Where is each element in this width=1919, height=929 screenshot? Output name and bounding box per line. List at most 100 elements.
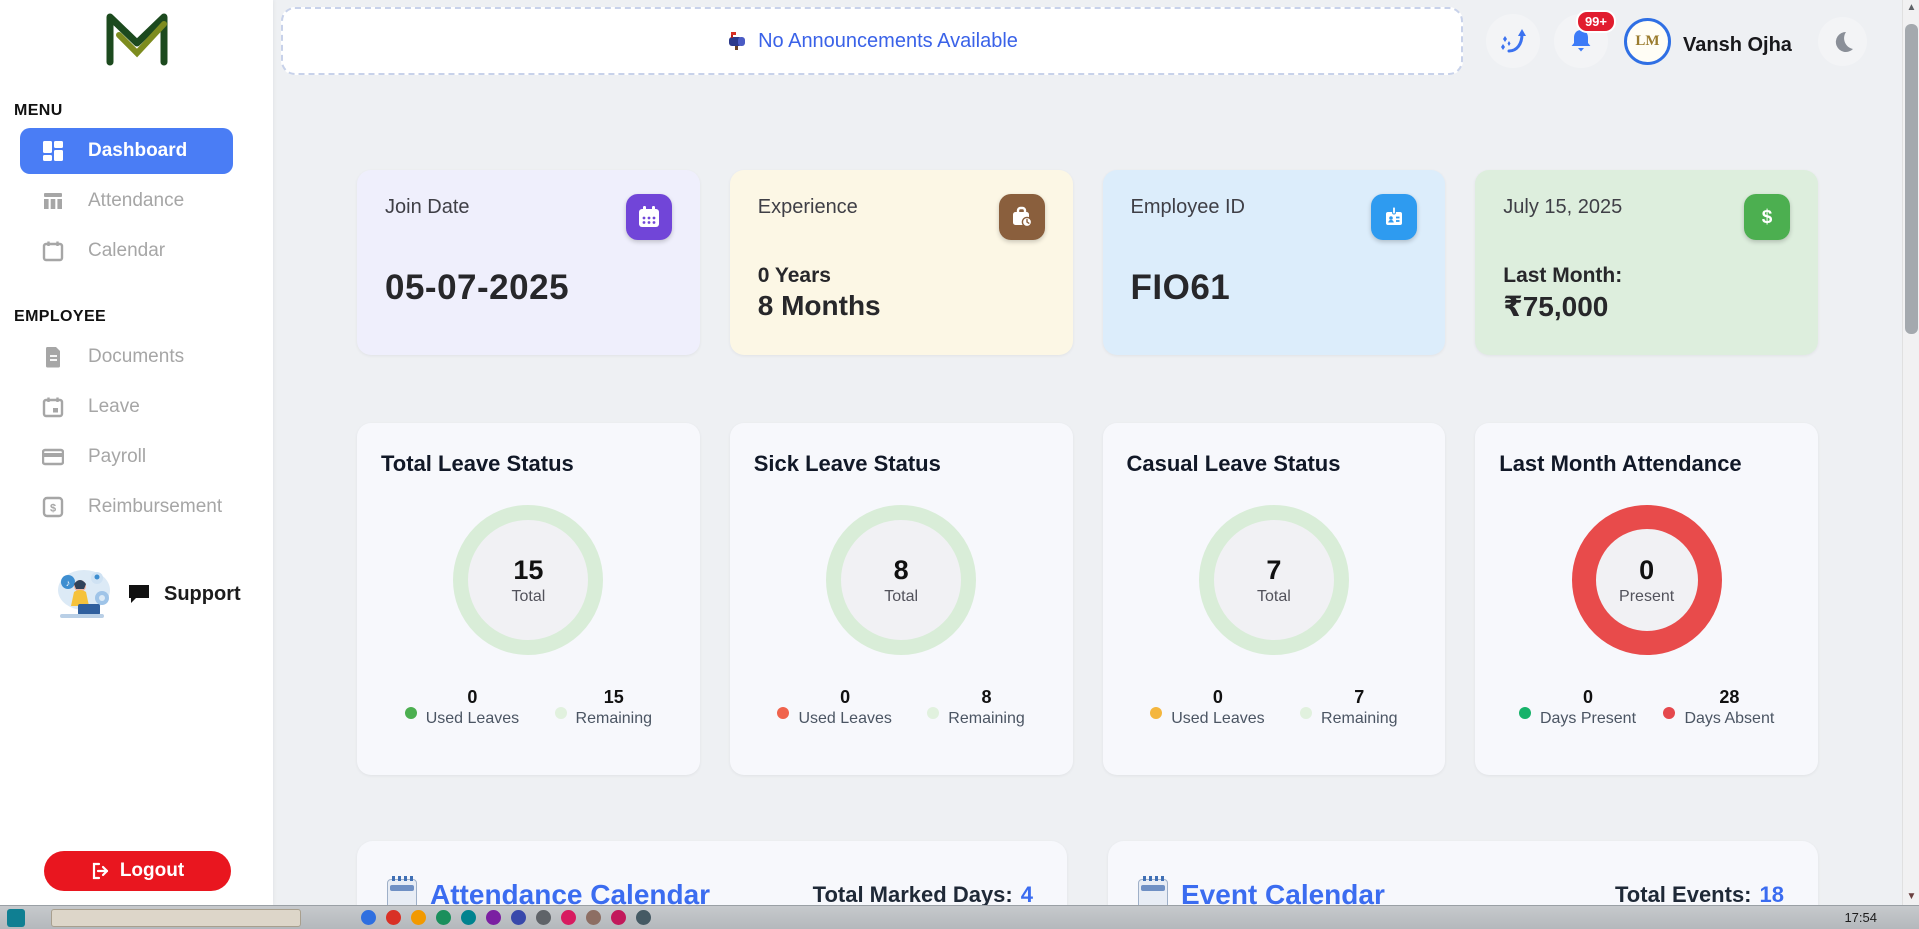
dollar-square-icon: $ <box>42 496 64 518</box>
total-leave-donut-chart: 15 Total <box>453 505 603 655</box>
svg-text:♪: ♪ <box>66 578 71 588</box>
taskbar-app-icon[interactable] <box>361 910 376 925</box>
status-card-title: Sick Leave Status <box>754 451 1049 477</box>
legend-dot <box>1300 707 1312 719</box>
legend-remaining: 15 Remaining <box>555 687 652 728</box>
donut-label: Total <box>1257 588 1291 606</box>
stat-label: July 15, 2025 <box>1503 196 1622 219</box>
stat-card-row: Join Date 05-07-2025 Experience 0 Years … <box>357 170 1818 355</box>
svg-text:$: $ <box>50 503 56 515</box>
legend-dot <box>777 707 789 719</box>
taskbar-app-icon[interactable] <box>461 910 476 925</box>
scrollbar-thumb[interactable] <box>1905 24 1918 334</box>
os-taskbar: 17:54 <box>0 905 1919 929</box>
attendance-calendar-title: Attendance Calendar <box>430 879 710 905</box>
taskbar-app-icon[interactable] <box>636 910 651 925</box>
id-badge-icon <box>1371 194 1417 240</box>
status-card-attendance: Last Month Attendance 0 Present 0Days Pr… <box>1475 423 1818 775</box>
user-avatar[interactable]: LM <box>1624 18 1671 65</box>
briefcase-clock-icon <box>999 194 1045 240</box>
legend-used-leaves: 0Used Leaves <box>1150 687 1264 728</box>
legend-value: 0 <box>426 687 519 708</box>
sidebar-item-calendar[interactable]: Calendar <box>20 228 233 274</box>
legend-value: 15 <box>576 687 652 708</box>
legend-value: 0 <box>1171 687 1264 708</box>
taskbar-app-icon[interactable] <box>511 910 526 925</box>
status-card-row: Total Leave Status 15 Total 0Used Leaves… <box>357 423 1818 775</box>
donut-label: Present <box>1619 588 1674 606</box>
user-name: Vansh Ojha <box>1683 34 1792 57</box>
stat-label: Join Date <box>385 196 470 219</box>
attendance-meta-label: Total Marked Days: <box>813 882 1013 905</box>
sidebar-item-label: Calendar <box>88 240 165 262</box>
taskbar-app-icon[interactable] <box>586 910 601 925</box>
sidebar-item-label: Documents <box>88 346 184 368</box>
legend-dot <box>1150 707 1162 719</box>
taskbar-app-icon[interactable] <box>486 910 501 925</box>
chat-bubble-icon <box>127 583 151 605</box>
taskbar-window-button[interactable] <box>51 909 301 927</box>
ai-assistant-button[interactable] <box>1486 14 1540 68</box>
stat-card-employee-id: Employee ID FIO61 <box>1103 170 1446 355</box>
notifications-button[interactable]: 99+ <box>1554 14 1608 68</box>
legend-value: 0 <box>1540 687 1636 708</box>
legend-label: Used Leaves <box>798 710 891 728</box>
sidebar-item-support[interactable]: ♪ Support <box>0 568 273 620</box>
sidebar-item-documents[interactable]: Documents <box>20 334 233 380</box>
status-card-casual-leave: Casual Leave Status 7 Total 0Used Leaves… <box>1103 423 1446 775</box>
taskbar-app-icon[interactable] <box>611 910 626 925</box>
taskbar-clock: 17:54 <box>1844 910 1877 925</box>
svg-text:$: $ <box>1762 207 1773 228</box>
sidebar-item-leave[interactable]: Leave <box>20 384 233 430</box>
legend-days-absent: 28Days Absent <box>1663 687 1774 728</box>
sidebar-section-employee: EMPLOYEE <box>14 308 273 326</box>
legend-value: 0 <box>798 687 891 708</box>
taskbar-start-icon[interactable] <box>7 909 25 927</box>
stat-subvalue: 0 Years <box>758 264 1045 288</box>
mailbox-icon <box>726 31 748 51</box>
taskbar-app-icon[interactable] <box>436 910 451 925</box>
taskbar-app-icon[interactable] <box>561 910 576 925</box>
avatar-monogram: LM <box>1635 33 1659 50</box>
status-card-title: Last Month Attendance <box>1499 451 1794 477</box>
status-card-total-leave: Total Leave Status 15 Total 0Used Leaves… <box>357 423 700 775</box>
donut-value: 15 <box>513 555 543 586</box>
legend-remaining: 7Remaining <box>1300 687 1397 728</box>
sparkle-arrow-icon <box>1498 26 1528 56</box>
announcement-banner[interactable]: No Announcements Available <box>281 7 1463 75</box>
scroll-up-arrow[interactable]: ▲ <box>1903 0 1919 16</box>
announcement-text: No Announcements Available <box>758 30 1018 53</box>
donut-label: Total <box>511 588 545 606</box>
dollar-icon: $ <box>1744 194 1790 240</box>
taskbar-app-icons <box>361 910 651 925</box>
calendar-pad-icon <box>1138 879 1168 905</box>
scroll-down-arrow[interactable]: ▼ <box>1903 889 1919 905</box>
sick-leave-donut-chart: 8 Total <box>826 505 976 655</box>
taskbar-app-icon[interactable] <box>536 910 551 925</box>
attendance-meta-value: 4 <box>1021 882 1033 905</box>
sidebar-item-payroll[interactable]: Payroll <box>20 434 233 480</box>
legend-dot <box>405 707 417 719</box>
page-scrollbar[interactable]: ▲ ▼ <box>1902 0 1919 905</box>
sidebar-item-label: Leave <box>88 396 140 418</box>
sidebar-item-reimbursement[interactable]: $ Reimbursement <box>20 484 233 530</box>
dark-mode-toggle[interactable] <box>1818 17 1867 66</box>
credit-card-icon <box>42 446 64 468</box>
logout-button[interactable]: Logout <box>44 851 231 891</box>
status-card-title: Casual Leave Status <box>1127 451 1422 477</box>
sidebar-item-label: Reimbursement <box>88 496 222 518</box>
taskbar-app-icon[interactable] <box>386 910 401 925</box>
stat-card-experience: Experience 0 Years 8 Months <box>730 170 1073 355</box>
taskbar-app-icon[interactable] <box>411 910 426 925</box>
donut-label: Total <box>884 588 918 606</box>
sidebar-item-label: Dashboard <box>88 140 187 162</box>
sidebar: MENU Dashboard Attendance Calendar EMPLO… <box>0 0 273 905</box>
legend-label: Used Leaves <box>426 710 519 728</box>
calendar-icon <box>626 194 672 240</box>
calendar-icon <box>42 240 64 262</box>
stat-card-join-date: Join Date 05-07-2025 <box>357 170 700 355</box>
legend-value: 28 <box>1684 687 1774 708</box>
sidebar-item-dashboard[interactable]: Dashboard <box>20 128 233 174</box>
legend-label: Remaining <box>576 710 652 728</box>
sidebar-item-attendance[interactable]: Attendance <box>20 178 233 224</box>
